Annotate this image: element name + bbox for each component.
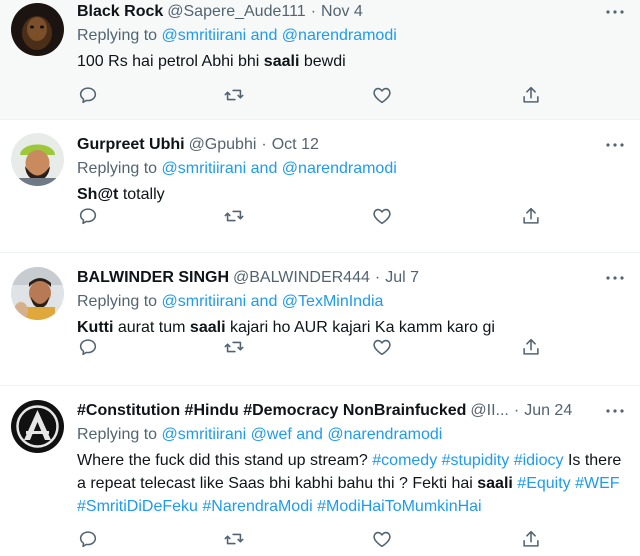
mention-link[interactable]: @narendramodi <box>282 27 397 44</box>
heart-icon[interactable] <box>371 84 393 106</box>
author-handle[interactable]: @Sapere_Aude111 <box>167 2 305 22</box>
more-icon[interactable] <box>602 268 628 288</box>
avatar[interactable] <box>11 3 64 56</box>
tweet-date[interactable]: Jul 7 <box>385 268 419 288</box>
hashtag-link[interactable]: #SmritiDiDeFeku <box>77 498 198 515</box>
retweet-icon[interactable] <box>223 336 245 358</box>
tweet-black-rock[interactable]: Black Rock @Sapere_Aude111 · Nov 4 Reply… <box>0 0 640 120</box>
avatar[interactable] <box>11 133 64 186</box>
author-handle[interactable]: @BALWINDER444 <box>233 268 370 288</box>
mention-sep[interactable]: and <box>251 27 278 44</box>
action-bar <box>0 205 640 227</box>
retweet-icon[interactable] <box>223 528 245 550</box>
mention-link[interactable]: @smritiirani <box>162 293 247 310</box>
avatar[interactable] <box>11 400 64 453</box>
author-name[interactable]: BALWINDER SINGH <box>77 268 229 288</box>
hashtag-link[interactable]: #stupidity <box>442 452 510 469</box>
tweet-text: Sh@t totally <box>77 186 165 203</box>
mention-sep[interactable]: and <box>251 160 278 177</box>
share-icon[interactable] <box>520 528 542 550</box>
hashtag-link[interactable]: #Equity <box>517 475 570 492</box>
mention-link[interactable]: @wef <box>251 426 292 443</box>
hashtag-link[interactable]: #comedy <box>372 452 437 469</box>
replying-to: Replying to @smritiirani @wef and @naren… <box>77 426 443 443</box>
hashtag-link[interactable]: #NarendraModi <box>202 498 312 515</box>
mention-link[interactable]: @TexMinIndia <box>282 293 384 310</box>
action-bar <box>0 84 640 106</box>
retweet-icon[interactable] <box>223 84 245 106</box>
reply-icon[interactable] <box>77 84 99 106</box>
mention-sep[interactable]: and <box>251 293 278 310</box>
action-bar <box>0 336 640 358</box>
action-bar <box>0 528 640 550</box>
retweet-icon[interactable] <box>223 205 245 227</box>
tweet-gurpreet-ubhi[interactable]: Gurpreet Ubhi @Gpubhi · Oct 12 Replying … <box>0 120 640 253</box>
mention-link[interactable]: @narendramodi <box>327 426 442 443</box>
share-icon[interactable] <box>520 336 542 358</box>
author-name[interactable]: Black Rock <box>77 2 163 22</box>
heart-icon[interactable] <box>371 528 393 550</box>
heart-icon[interactable] <box>371 336 393 358</box>
mention-link[interactable]: @smritiirani <box>162 27 247 44</box>
author-name[interactable]: #Constitution #Hindu #Democracy NonBrain… <box>77 401 466 421</box>
heart-icon[interactable] <box>371 205 393 227</box>
reply-icon[interactable] <box>77 528 99 550</box>
tweet-date[interactable]: Nov 4 <box>321 2 363 22</box>
author-handle[interactable]: @Gpubhi <box>189 135 257 155</box>
author-handle[interactable]: @II... <box>470 401 508 421</box>
replying-to: Replying to @smritiirani and @narendramo… <box>77 27 397 44</box>
tweet-constitution[interactable]: #Constitution #Hindu #Democracy NonBrain… <box>0 386 640 556</box>
reply-icon[interactable] <box>77 205 99 227</box>
hashtag-link[interactable]: #idiocy <box>514 452 564 469</box>
reply-icon[interactable] <box>77 336 99 358</box>
replying-to: Replying to @smritiirani and @narendramo… <box>77 160 397 177</box>
replying-to: Replying to @smritiirani and @TexMinIndi… <box>77 293 384 310</box>
more-icon[interactable] <box>602 2 628 22</box>
mention-link[interactable]: @narendramodi <box>282 160 397 177</box>
reply-feed: Black Rock @Sapere_Aude111 · Nov 4 Reply… <box>0 0 640 556</box>
tweet-date[interactable]: Oct 12 <box>272 135 319 155</box>
tweet-date[interactable]: Jun 24 <box>524 401 572 421</box>
hashtag-link[interactable]: #ModiHaiToMumkinHai <box>317 498 482 515</box>
avatar[interactable] <box>11 267 64 320</box>
share-icon[interactable] <box>520 205 542 227</box>
more-icon[interactable] <box>602 401 628 421</box>
tweet-balwinder-singh[interactable]: BALWINDER SINGH @BALWINDER444 · Jul 7 Re… <box>0 253 640 386</box>
hashtag-link[interactable]: #WEF <box>575 475 619 492</box>
share-icon[interactable] <box>520 84 542 106</box>
mention-link[interactable]: @smritiirani <box>162 426 247 443</box>
mention-sep[interactable]: and <box>296 426 323 443</box>
author-name[interactable]: Gurpreet Ubhi <box>77 135 185 155</box>
tweet-text: 100 Rs hai petrol Abhi bhi saali bewdi <box>77 53 346 70</box>
tweet-text: Where the fuck did this stand up stream?… <box>77 452 622 515</box>
mention-link[interactable]: @smritiirani <box>162 160 247 177</box>
more-icon[interactable] <box>602 135 628 155</box>
